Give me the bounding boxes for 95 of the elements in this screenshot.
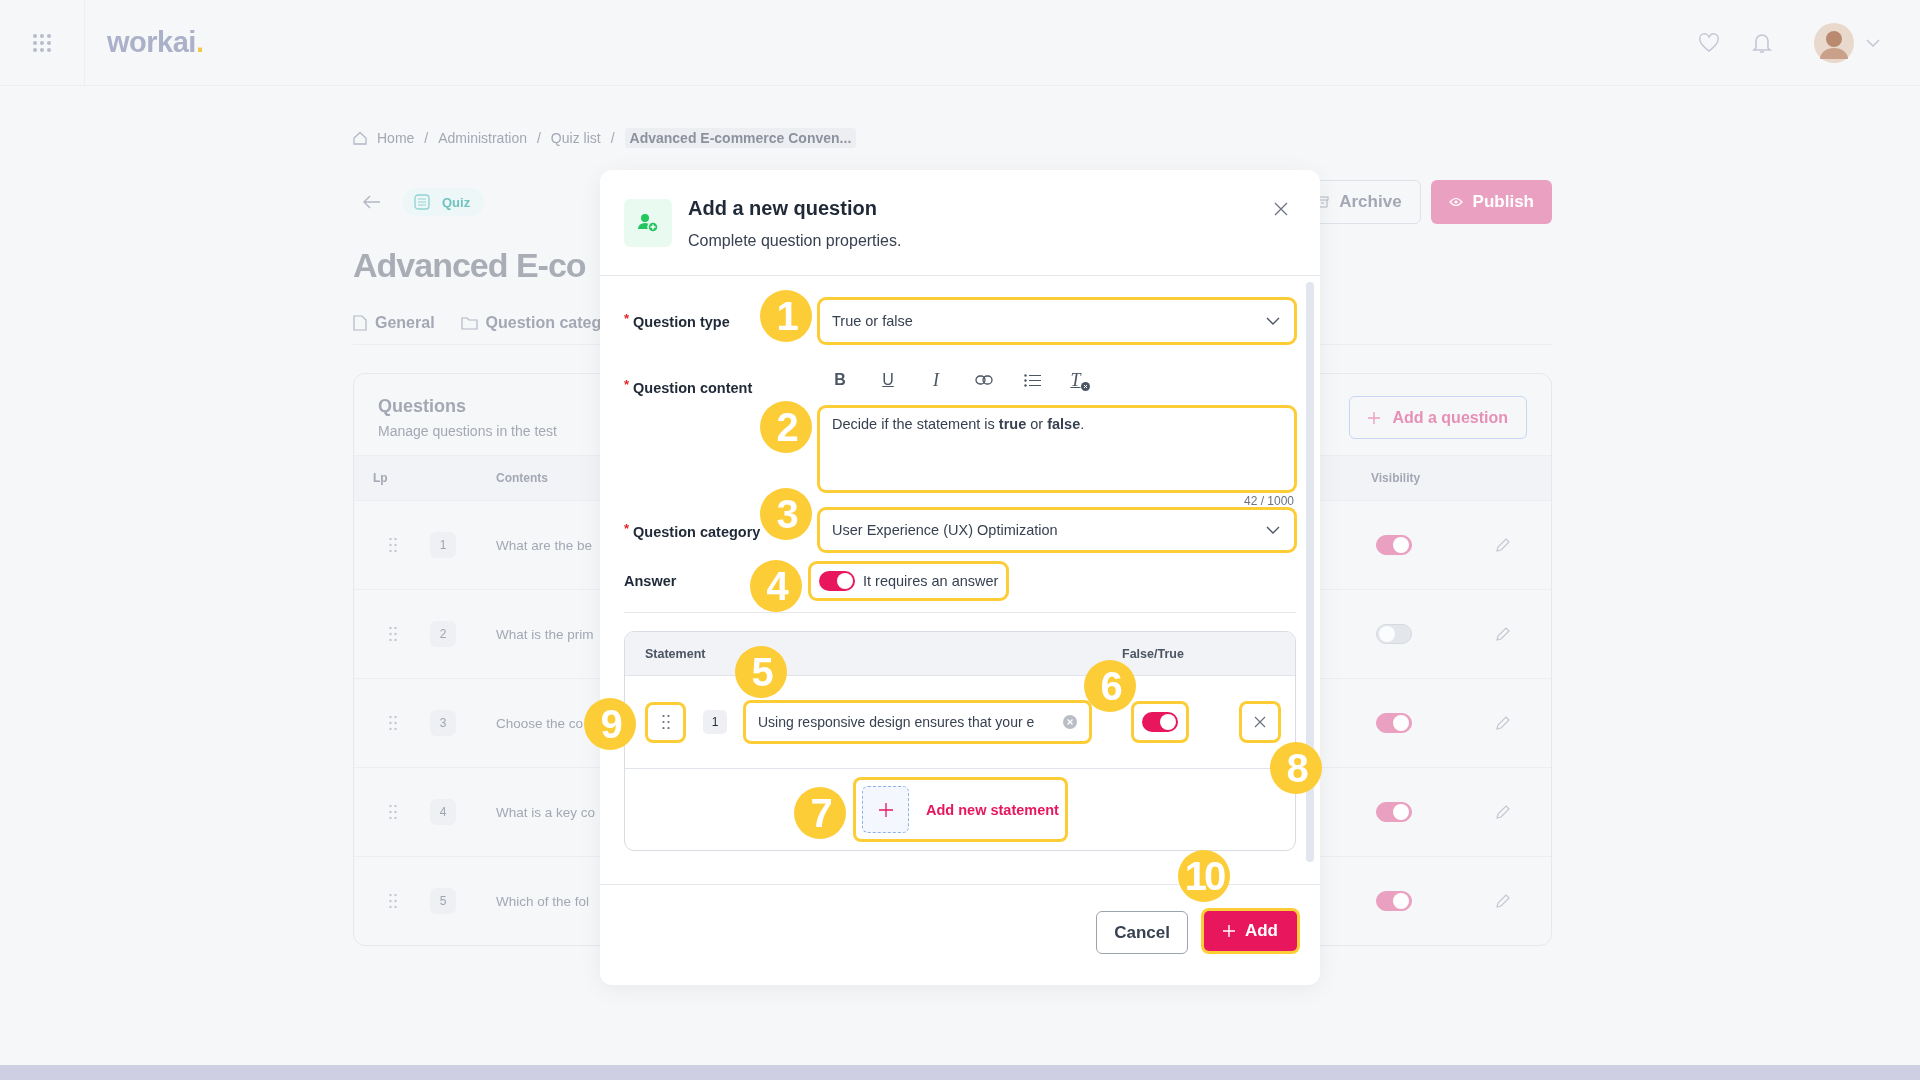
back-arrow-icon[interactable] xyxy=(363,195,381,209)
column-header: False/True xyxy=(1122,646,1184,661)
question-category-select[interactable]: User Experience (UX) Optimization xyxy=(820,510,1294,550)
row-number: 1 xyxy=(430,532,456,558)
step-marker: 5 xyxy=(735,646,787,698)
clear-icon[interactable] xyxy=(1063,715,1077,729)
answer-required-toggle[interactable]: It requires an answer xyxy=(811,564,1007,598)
true-false-toggle[interactable] xyxy=(1142,712,1178,732)
avatar[interactable] xyxy=(1814,22,1854,63)
question-text: What are the be xyxy=(496,537,593,553)
breadcrumb-item[interactable]: Administration xyxy=(438,130,527,146)
field-label: $^{*}$ Question content xyxy=(624,380,753,396)
italic-button[interactable]: I xyxy=(912,369,960,391)
row-number: 5 xyxy=(430,888,456,914)
field-label: Answer xyxy=(624,573,677,589)
pencil-icon[interactable] xyxy=(1495,893,1511,909)
breadcrumb-item[interactable]: Home xyxy=(377,130,415,146)
drag-handle-icon[interactable] xyxy=(389,894,397,908)
dialog-subtitle: Complete question properties. xyxy=(688,232,903,250)
apps-grid-icon[interactable] xyxy=(32,32,52,53)
cancel-button[interactable]: Cancel xyxy=(1096,911,1188,954)
add-statement-button[interactable]: Add new statement xyxy=(856,780,1065,839)
home-icon[interactable] xyxy=(353,131,367,145)
breadcrumb-separator: / xyxy=(610,130,615,146)
pencil-icon[interactable] xyxy=(1495,537,1511,553)
row-number: 2 xyxy=(430,621,456,647)
heart-icon[interactable] xyxy=(1698,32,1720,53)
close-icon xyxy=(1254,716,1266,728)
column-header: Lp xyxy=(373,471,389,485)
column-header: Visibility xyxy=(1371,471,1421,485)
column-header: Statement xyxy=(645,646,707,661)
pencil-icon[interactable] xyxy=(1495,626,1511,642)
field-label: $^{*}$ Question category xyxy=(624,524,761,540)
drag-handle-icon[interactable] xyxy=(389,805,397,819)
character-counter: 42 / 1000 xyxy=(1243,494,1294,508)
folder-icon xyxy=(460,316,478,330)
question-text: Which of the fol xyxy=(496,893,590,909)
plus-icon xyxy=(1222,925,1235,937)
question-text: Choose the co xyxy=(496,715,584,731)
step-marker: 1 xyxy=(760,290,812,342)
plus-icon xyxy=(862,786,909,833)
row-number: 3 xyxy=(430,710,456,736)
chevron-down-icon[interactable] xyxy=(1866,38,1880,47)
clear-format-button[interactable]: T xyxy=(1070,369,1090,391)
step-marker: 10 xyxy=(1178,850,1230,902)
breadcrumb-item[interactable]: Advanced E-commerce Conven... xyxy=(624,128,857,148)
page-tab[interactable]: Question categ xyxy=(460,314,602,332)
drag-handle-icon[interactable] xyxy=(389,627,397,641)
drag-handle-icon[interactable] xyxy=(389,538,397,552)
visibility-toggle[interactable] xyxy=(1376,535,1412,555)
dialog-title: Add a new question xyxy=(688,197,878,220)
scrollbar[interactable] xyxy=(1306,282,1314,862)
underline-button[interactable]: U xyxy=(864,371,912,389)
card-subtitle: Manage questions in the test xyxy=(378,423,557,439)
bold-button[interactable]: B xyxy=(816,371,864,389)
field-label: $^{*}$ Question type xyxy=(624,314,730,330)
breadcrumb-item[interactable]: Quiz list xyxy=(550,130,601,146)
plus-icon xyxy=(1368,411,1381,424)
step-marker: 7 xyxy=(794,787,846,839)
drag-handle[interactable] xyxy=(648,704,683,740)
step-marker: 8 xyxy=(1270,742,1322,794)
question-text: What is the prim xyxy=(496,626,594,642)
card-title: Questions xyxy=(378,396,467,417)
step-marker: 4 xyxy=(750,560,802,612)
statement-number: 1 xyxy=(703,710,727,734)
visibility-toggle[interactable] xyxy=(1376,624,1412,644)
delete-button[interactable] xyxy=(1242,704,1278,740)
visibility-toggle[interactable] xyxy=(1376,713,1412,733)
quiz-badge: Quiz xyxy=(403,188,485,216)
question-text: What is a key co xyxy=(496,804,596,820)
page-title: Advanced E-co xyxy=(353,245,586,286)
column-header: Contents xyxy=(496,471,549,485)
breadcrumb-separator: / xyxy=(424,130,429,146)
close-icon[interactable] xyxy=(1274,202,1288,216)
step-marker: 3 xyxy=(760,488,812,540)
link-icon[interactable] xyxy=(975,375,993,385)
breadcrumb-separator: / xyxy=(536,130,541,146)
list-icon[interactable] xyxy=(1023,373,1041,387)
chevron-down-icon xyxy=(1266,317,1280,325)
row-number: 4 xyxy=(430,799,456,825)
drag-handle-icon[interactable] xyxy=(389,716,397,730)
remove-icon xyxy=(1080,381,1090,391)
question-type-select[interactable]: True or false xyxy=(820,300,1294,342)
pencil-icon[interactable] xyxy=(1495,715,1511,731)
chevron-down-icon xyxy=(1266,526,1280,534)
bell-icon[interactable] xyxy=(1752,31,1772,54)
add-button[interactable]: Add xyxy=(1203,911,1297,951)
pencil-icon[interactable] xyxy=(1495,804,1511,820)
question-content-editor[interactable]: Decide if the statement is true or false. xyxy=(820,408,1294,490)
add-user-icon xyxy=(624,199,672,247)
document-icon xyxy=(353,315,367,331)
eye-icon xyxy=(1448,197,1463,207)
visibility-toggle[interactable] xyxy=(1376,891,1412,911)
visibility-toggle[interactable] xyxy=(1376,802,1412,822)
step-marker: 2 xyxy=(760,401,812,453)
